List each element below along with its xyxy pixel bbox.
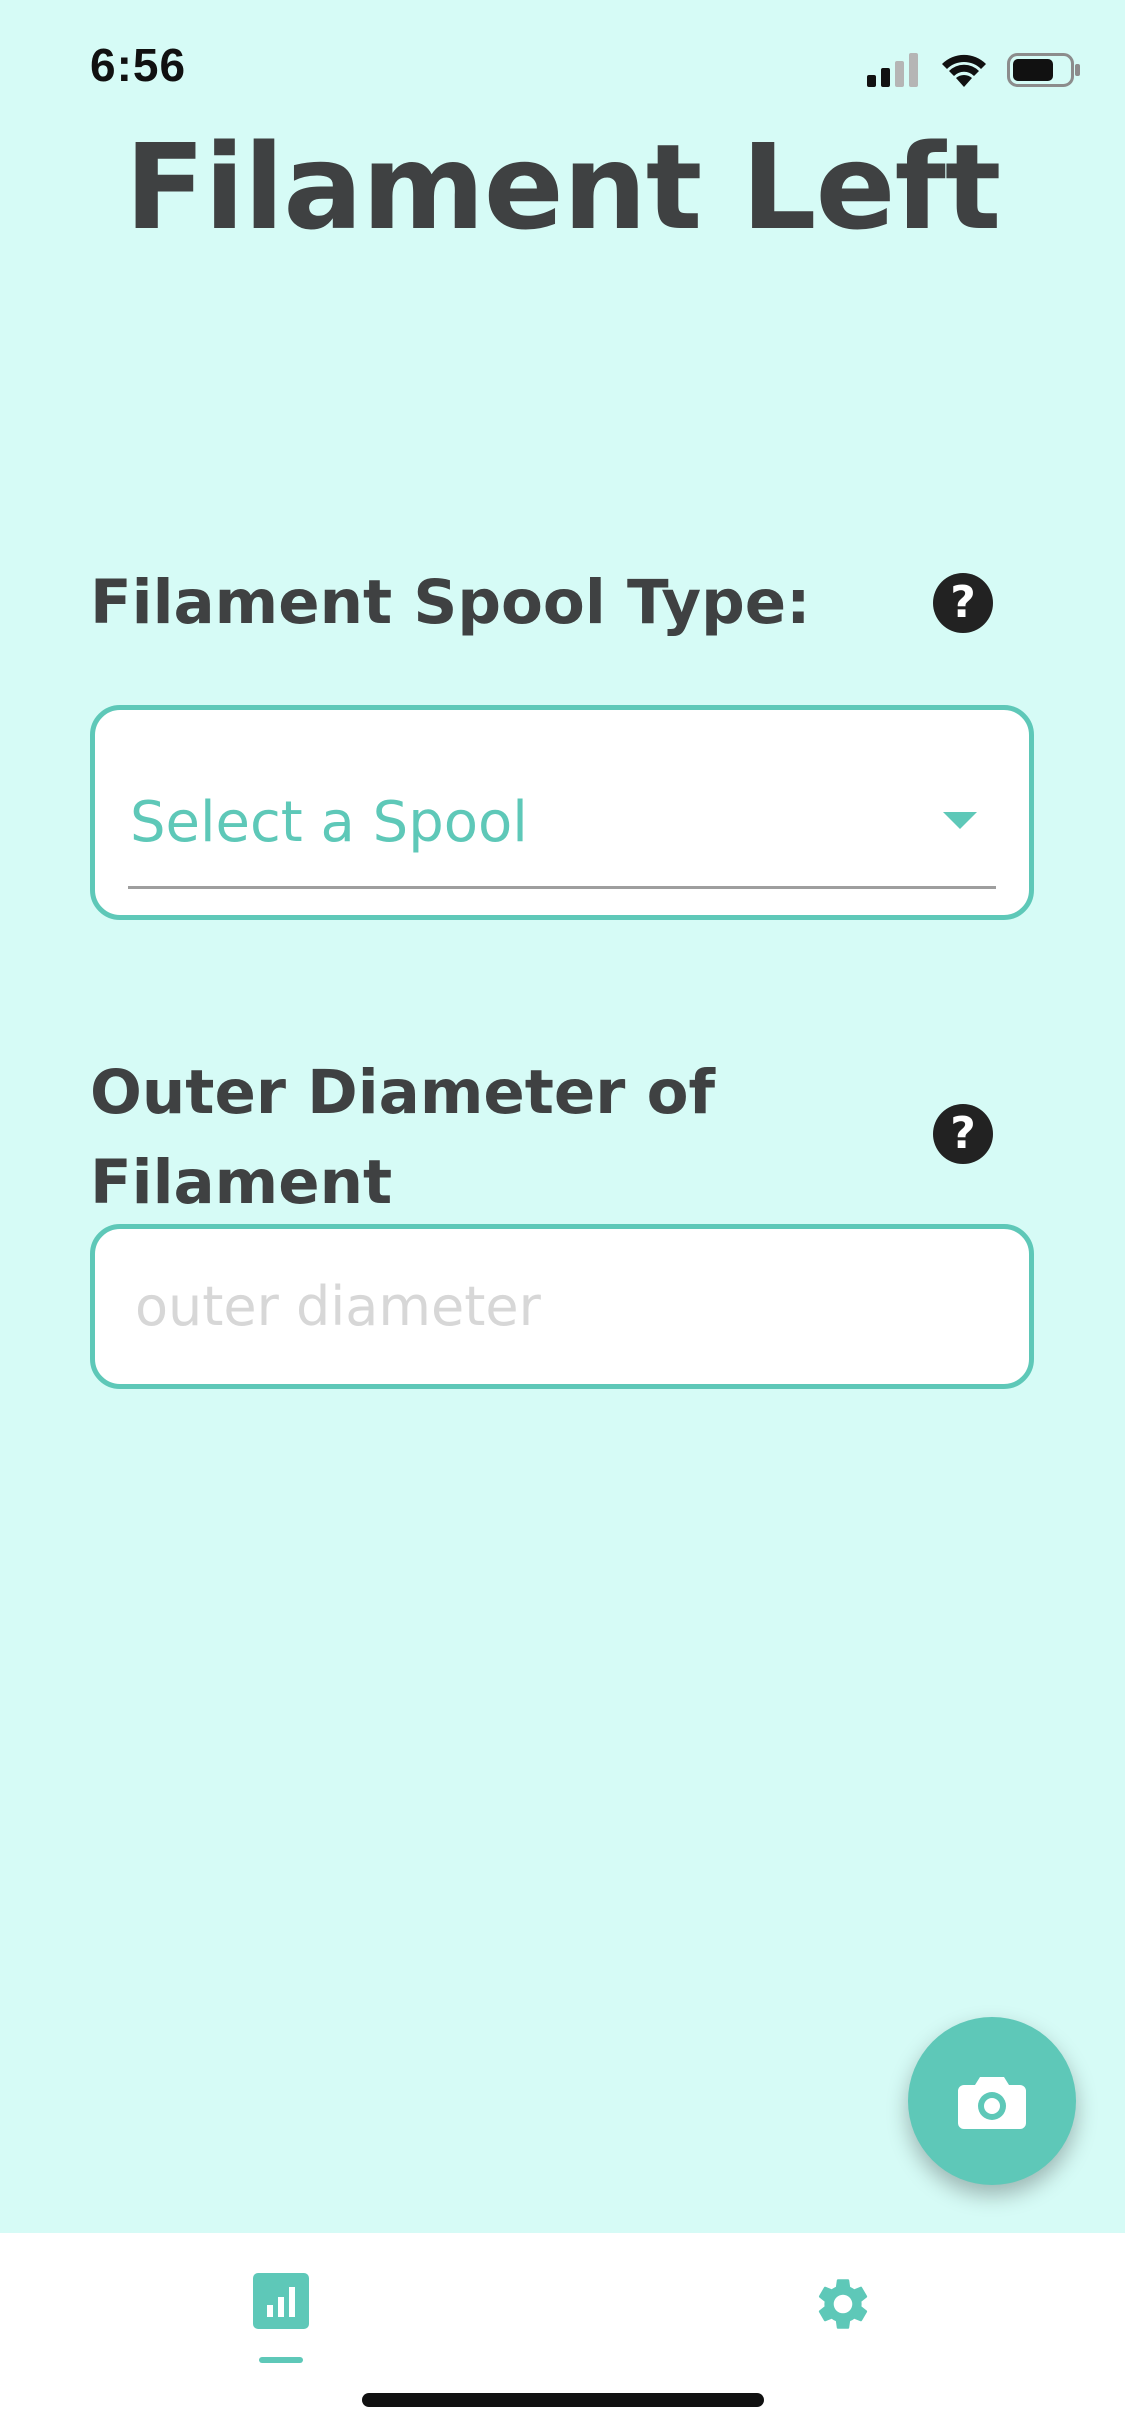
dropdown-caret-icon xyxy=(943,812,977,829)
home-indicator xyxy=(362,2393,764,2407)
select-underline xyxy=(128,886,996,889)
question-circle-icon[interactable]: ? xyxy=(933,1104,993,1164)
selected-tab-indicator xyxy=(259,2357,303,2363)
tab-settings[interactable] xyxy=(783,2273,903,2393)
wifi-icon xyxy=(942,54,986,87)
outer-diameter-input[interactable] xyxy=(90,1224,1034,1389)
status-icons xyxy=(867,50,1081,90)
page-title: Filament Left xyxy=(124,118,1002,256)
spool-type-label: Filament Spool Type: xyxy=(90,567,811,638)
spool-type-select[interactable]: Select a Spool xyxy=(90,705,1034,920)
camera-icon xyxy=(958,2077,1026,2129)
status-time: 6:56 xyxy=(90,39,187,91)
camera-button[interactable] xyxy=(908,2017,1076,2185)
battery-icon xyxy=(1007,53,1080,87)
cellular-signal-icon xyxy=(867,53,918,87)
tab-stats[interactable] xyxy=(221,2273,341,2393)
question-circle-icon[interactable]: ? xyxy=(933,573,993,633)
gear-icon xyxy=(818,2279,868,2329)
spool-type-selected-value: Select a Spool xyxy=(130,790,528,855)
bar-chart-icon xyxy=(253,2273,309,2329)
